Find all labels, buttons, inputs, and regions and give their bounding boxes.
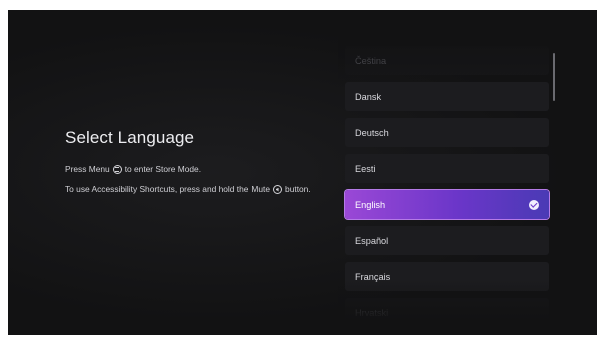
language-option[interactable]: Deutsch	[345, 118, 549, 147]
language-option-label: Hrvatski	[355, 307, 389, 318]
language-option-label: Dansk	[355, 91, 382, 102]
language-option[interactable]: Français	[345, 262, 549, 291]
accessibility-hint: To use Accessibility Shortcuts, press an…	[65, 184, 315, 195]
language-option-label: Čeština	[355, 55, 387, 66]
instructions-panel: Select Language Press Menu to enter Stor…	[65, 128, 315, 195]
store-mode-hint-text-end: to enter Store Mode.	[124, 164, 202, 174]
language-option-label: English	[355, 199, 386, 210]
language-option-label: Deutsch	[355, 127, 389, 138]
mute-button-icon	[273, 185, 283, 194]
language-setup-screen: Select Language Press Menu to enter Stor…	[8, 10, 597, 335]
checkmark-icon	[529, 199, 539, 210]
language-list-scrollbar[interactable]	[553, 53, 555, 101]
page-title: Select Language	[65, 128, 195, 147]
language-option-label: Español	[355, 235, 389, 246]
language-option[interactable]: Eesti	[345, 154, 549, 183]
language-option-label: Français	[355, 271, 391, 282]
language-option-label: Eesti	[355, 163, 376, 174]
accessibility-hint-mute-label: Mute	[251, 184, 271, 194]
language-option[interactable]: Čeština	[345, 46, 549, 75]
store-mode-hint-text-start: Press Menu	[65, 164, 110, 174]
language-option[interactable]: Dansk	[345, 82, 549, 111]
store-mode-hint: Press Menu to enter Store Mode.	[65, 164, 315, 175]
language-option[interactable]: Hrvatski	[345, 298, 549, 327]
language-option[interactable]: Español	[345, 226, 549, 255]
language-option-selected[interactable]: English	[345, 190, 549, 219]
menu-button-icon	[112, 165, 122, 174]
language-list[interactable]: Čeština Dansk Deutsch Eesti English Espa…	[345, 46, 549, 334]
accessibility-hint-text-start: To use Accessibility Shortcuts, press an…	[65, 184, 249, 194]
accessibility-hint-text-end: button.	[285, 184, 311, 194]
